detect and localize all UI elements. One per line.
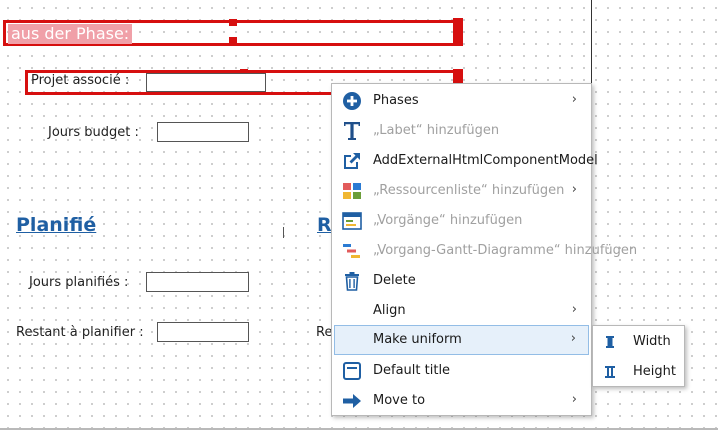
- r-section-title: R: [317, 214, 332, 236]
- title-frame-icon: [343, 362, 361, 380]
- menu-item-label: Move to: [373, 393, 426, 408]
- gantt-icon: [343, 244, 360, 258]
- menu-item-make-uniform[interactable]: Make uniform ›: [334, 325, 589, 355]
- menu-item-delete[interactable]: Delete: [334, 266, 589, 296]
- make-uniform-submenu: Width Height: [592, 325, 685, 387]
- menu-item-label: „Labet“ hinzufügen: [373, 123, 500, 138]
- menu-item-label: „Vorgänge“ hinzufügen: [373, 213, 523, 228]
- menu-item-move-to[interactable]: Move to ›: [334, 386, 589, 416]
- restant-input[interactable]: [157, 322, 249, 342]
- menu-item-label: AddExternalHtmlComponentModel: [373, 153, 598, 168]
- submenu-item-height[interactable]: Height: [595, 358, 683, 386]
- menu-item-add-external-html[interactable]: AddExternalHtmlComponentModel: [334, 146, 598, 176]
- restant-label: Restant à planifier :: [16, 325, 144, 340]
- submenu-item-width[interactable]: Width: [595, 328, 683, 356]
- jours-planifies-label: Jours planifiés :: [29, 275, 129, 290]
- menu-item-label: Delete: [373, 273, 416, 288]
- re-label: Re: [316, 325, 333, 340]
- menu-item-phases[interactable]: Phases ›: [334, 86, 589, 116]
- projet-input-box[interactable]: [146, 73, 266, 92]
- submenu-arrow-icon: ›: [571, 302, 577, 317]
- resize-handle[interactable]: [229, 19, 237, 26]
- external-link-icon: [344, 153, 360, 169]
- uniform-height-icon: [605, 366, 615, 378]
- planifie-title: Planifié: [16, 214, 97, 236]
- menu-item-label: Align: [373, 303, 406, 318]
- submenu-item-label: Width: [633, 334, 671, 349]
- submenu-arrow-icon: ›: [571, 182, 577, 197]
- resize-handle[interactable]: [229, 37, 237, 44]
- trash-icon: [345, 272, 359, 291]
- menu-item-label: Default title: [373, 363, 451, 378]
- submenu-arrow-icon: ›: [571, 392, 577, 407]
- text-cursor: [283, 227, 284, 238]
- window-list-icon: [342, 212, 362, 230]
- projet-label: Projet associé :: [31, 73, 130, 88]
- menu-item-add-resource-list[interactable]: „Ressourcenliste“ hinzufügen ›: [334, 176, 589, 206]
- menu-item-default-title[interactable]: Default title: [334, 356, 589, 386]
- phase-label[interactable]: aus der Phase:: [8, 24, 133, 44]
- plus-circle-icon: [343, 92, 361, 110]
- context-menu: Phases › „Labet“ hinzufügen AddExternalH…: [331, 83, 637, 416]
- jours-budget-label: Jours budget :: [48, 125, 139, 140]
- submenu-arrow-icon: ›: [570, 331, 576, 346]
- resource-grid-icon: [343, 183, 361, 199]
- menu-item-label: Make uniform: [373, 332, 462, 347]
- menu-item-label: „Vorgang-Gantt-Diagramme“ hinzufügen: [373, 243, 638, 258]
- menu-item-add-label[interactable]: „Labet“ hinzufügen: [334, 116, 589, 146]
- submenu-arrow-icon: ›: [571, 92, 577, 107]
- text-t-icon: [344, 122, 360, 140]
- menu-item-add-gantt[interactable]: „Vorgang-Gantt-Diagramme“ hinzufügen: [334, 236, 637, 266]
- arrow-right-icon: [343, 394, 361, 408]
- menu-item-label: Phases: [373, 93, 419, 108]
- jours-budget-input[interactable]: [157, 122, 249, 142]
- submenu-item-label: Height: [633, 364, 676, 379]
- menu-item-align[interactable]: Align ›: [334, 296, 589, 326]
- canvas-bottom-border: [0, 428, 718, 430]
- resize-handle[interactable]: [453, 18, 463, 46]
- uniform-width-icon: [606, 336, 614, 348]
- menu-item-label: „Ressourcenliste“ hinzufügen: [373, 183, 565, 198]
- jours-planifies-input[interactable]: [146, 272, 249, 292]
- menu-item-add-tasks[interactable]: „Vorgänge“ hinzufügen: [334, 206, 589, 236]
